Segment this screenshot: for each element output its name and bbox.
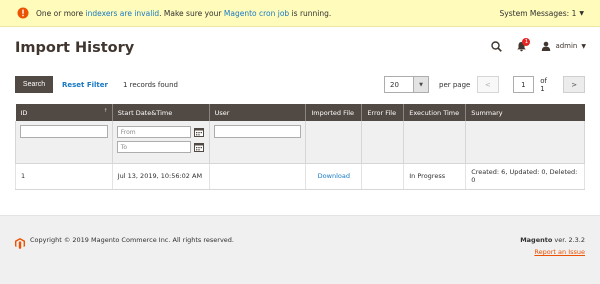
- chevron-down-icon: ▼: [419, 81, 423, 88]
- chevron-down-icon: ▼: [581, 42, 586, 50]
- header-actions: 1 admin ▼: [491, 37, 586, 54]
- filter-cell-user: [209, 121, 307, 164]
- per-page-value[interactable]: 20: [384, 76, 414, 93]
- total-pages-label: of 1: [540, 76, 547, 93]
- page-title: Import History: [15, 40, 135, 56]
- copyright-text: Copyright © 2019 Magento Commerce Inc. A…: [30, 236, 234, 244]
- user-filter-input[interactable]: [213, 125, 302, 138]
- indexers-link[interactable]: indexers are invalid: [86, 9, 160, 18]
- per-page-dropdown-button[interactable]: ▼: [414, 76, 429, 93]
- pagination: < 1 of 1 >: [477, 76, 585, 93]
- warning-icon: [16, 6, 30, 20]
- date-from-filter: From: [116, 126, 205, 138]
- column-header-execution-time: Execution Time: [403, 104, 467, 121]
- records-found-count: 1 records found: [123, 80, 178, 89]
- report-issue-link[interactable]: Report an Issue: [534, 248, 585, 256]
- system-message-bar: One or more indexers are invalid. Make s…: [0, 0, 600, 27]
- cell-id: 1: [15, 163, 113, 190]
- filter-cell-start-date: From To: [112, 121, 210, 164]
- search-icon[interactable]: [491, 40, 503, 52]
- cell-error-file: [361, 163, 405, 190]
- grid-filter-row: From To: [15, 121, 585, 164]
- previous-page-button[interactable]: <: [477, 76, 499, 93]
- table-row: 1 Jul 13, 2019, 10:56:02 AM Download In …: [15, 163, 585, 190]
- search-button[interactable]: Search: [15, 76, 53, 93]
- page-footer: Copyright © 2019 Magento Commerce Inc. A…: [0, 215, 600, 284]
- notifications-button[interactable]: 1: [516, 37, 531, 52]
- system-message-text: One or more indexers are invalid. Make s…: [36, 8, 332, 18]
- notification-count-badge: 1: [522, 37, 531, 46]
- grid-header-row: ID ↑ Start Date&Time User Imported File E…: [15, 104, 585, 121]
- reset-filter-link[interactable]: Reset Filter: [62, 76, 108, 93]
- filter-cell-execution-time: [403, 121, 467, 164]
- per-page-label: per page: [439, 80, 471, 89]
- column-header-user[interactable]: User: [209, 104, 307, 121]
- current-page-input[interactable]: 1: [512, 76, 535, 93]
- sort-arrow-icon: ↑: [103, 108, 108, 114]
- cron-job-link[interactable]: Magento cron job: [224, 9, 289, 18]
- download-link[interactable]: Download: [318, 172, 350, 180]
- system-messages-label: System Messages: 1: [499, 9, 577, 18]
- admin-user-menu[interactable]: admin ▼: [541, 41, 586, 51]
- cell-execution-time: In Progress: [403, 163, 467, 190]
- chevron-down-icon: ▼: [579, 10, 584, 17]
- column-header-imported-file: Imported File: [305, 104, 363, 121]
- chevron-left-icon: <: [484, 80, 491, 89]
- version-info: Magento ver. 2.3.2: [520, 236, 585, 244]
- cell-user: [209, 163, 307, 190]
- filter-cell-imported-file: [305, 121, 363, 164]
- column-header-id[interactable]: ID ↑: [15, 104, 113, 121]
- magento-logo-icon: [15, 234, 25, 253]
- date-to-input[interactable]: To: [116, 141, 191, 153]
- chevron-right-icon: >: [571, 80, 578, 89]
- admin-page: One or more indexers are invalid. Make s…: [0, 0, 600, 284]
- column-header-summary: Summary: [465, 104, 585, 121]
- user-icon: [542, 41, 551, 51]
- cell-summary: Created: 6, Updated: 0, Deleted: 0: [465, 163, 585, 190]
- system-messages-dropdown[interactable]: System Messages: 1 ▼: [500, 0, 584, 27]
- cell-imported-file: Download: [305, 163, 363, 190]
- date-from-input[interactable]: From: [116, 126, 191, 138]
- id-filter-input[interactable]: [20, 125, 108, 138]
- admin-username: admin: [555, 42, 578, 50]
- filter-cell-id: [15, 121, 113, 164]
- calendar-icon[interactable]: [193, 126, 205, 138]
- filter-cell-error-file: [361, 121, 405, 164]
- import-history-grid: ID ↑ Start Date&Time User Imported File E…: [15, 104, 585, 190]
- cell-start-date: Jul 13, 2019, 10:56:02 AM: [112, 163, 210, 190]
- next-page-button[interactable]: >: [563, 76, 585, 93]
- filter-cell-summary: [465, 121, 585, 164]
- grid-toolbar: Search Reset Filter 1 records found 20 ▼…: [15, 76, 585, 93]
- calendar-icon[interactable]: [193, 141, 205, 153]
- date-to-filter: To: [116, 141, 205, 153]
- per-page-selector: 20 ▼ per page: [384, 76, 470, 93]
- column-header-start-date[interactable]: Start Date&Time: [112, 104, 210, 121]
- column-header-error-file: Error File: [361, 104, 405, 121]
